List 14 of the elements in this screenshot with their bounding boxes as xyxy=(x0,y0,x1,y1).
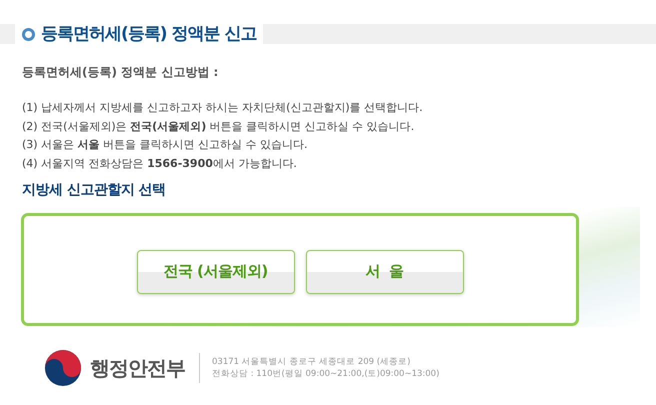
emblem-icon xyxy=(44,349,82,387)
method-heading: 등록면허세(등록) 정액분 신고방법 : xyxy=(22,64,220,81)
page-title: 등록면허세(등록) 정액분 신고 xyxy=(41,24,256,44)
ministry-name: 행정안전부 xyxy=(90,355,185,382)
region-button[interactable]: 전국 (서울제외) xyxy=(136,250,294,294)
region-button[interactable]: 서 울 xyxy=(306,250,464,294)
instruction-text: (2) 전국(서울제외)은 전국(서울제외) 버튼을 클릭하시면 신고하실 수 있습니다. xyxy=(22,118,416,134)
section-title: 지방세 신고관할지 선택 xyxy=(22,181,167,200)
address-text: 03171 서울특별시 종로구 세종대로 209 (세종로) xyxy=(212,356,412,368)
instruction-text: (4) 서울지역 전화상담은 1566-3900에서 가능합니다. xyxy=(22,156,298,172)
instruction-text: (3) 서울은 서울 버튼을 클릭하시면 신고하실 수 있습니다. xyxy=(22,137,309,153)
phone-text: 전화상담 : 110번(평일 09:00~21:00,(토)09:00~13:00) xyxy=(212,368,440,380)
instruction-text: (1) 납세자께서 지방세를 신고하고자 하시는 자치단체(신고관할지)를 선택합니다. xyxy=(22,100,424,116)
circle-icon xyxy=(22,28,35,40)
